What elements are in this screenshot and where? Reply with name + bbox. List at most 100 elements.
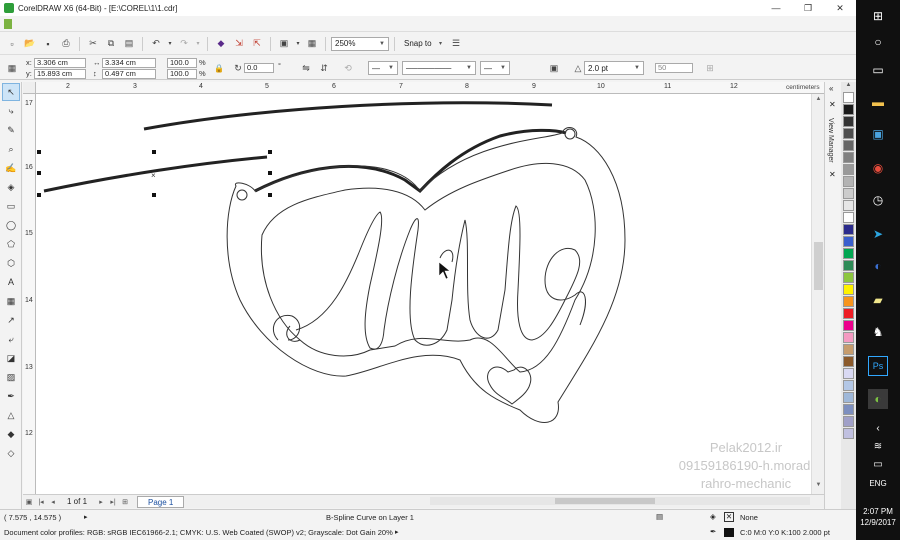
undo-icon[interactable]: ↶ — [148, 36, 164, 52]
print-icon[interactable]: ⎙ — [58, 36, 74, 52]
color-swatch[interactable] — [843, 224, 854, 235]
rectangle-tool-icon[interactable]: ▭ — [2, 197, 20, 215]
color-proof-icon[interactable]: ▤ — [656, 512, 663, 521]
welcome-screen-icon[interactable]: ▦ — [304, 36, 320, 52]
copy-icon[interactable]: ⧉ — [103, 36, 119, 52]
file-explorer-icon[interactable]: ▬ — [868, 92, 888, 112]
outline-width-select[interactable]: 2.0 pt ▼ — [584, 61, 644, 75]
horizontal-scrollbar[interactable] — [430, 497, 810, 505]
small-heart-outline[interactable] — [487, 366, 532, 405]
pick-tool-icon[interactable]: ↖ — [2, 83, 20, 101]
search-content-icon[interactable]: ◆ — [213, 36, 229, 52]
transparency-tool-icon[interactable]: ▨ — [2, 368, 20, 386]
color-swatch[interactable] — [843, 392, 854, 403]
color-swatch[interactable] — [843, 272, 854, 283]
color-swatch[interactable] — [843, 212, 854, 223]
launcher-dropdown-icon[interactable]: ▾ — [294, 36, 302, 52]
x-position-field[interactable]: 3.306 cm — [34, 58, 86, 68]
color-swatch[interactable] — [843, 356, 854, 367]
outline-tool-icon[interactable]: △ — [2, 406, 20, 424]
zoom-level-select[interactable]: 250% ▼ — [331, 36, 389, 51]
taskbar-date[interactable]: 12/9/2017 — [856, 518, 900, 527]
options-icon[interactable]: ☰ — [448, 36, 464, 52]
minimize-button[interactable]: — — [760, 0, 792, 16]
docker-close-icon[interactable]: ✕ — [829, 100, 836, 109]
coreldraw-taskbar-icon[interactable]: ◐ — [868, 389, 888, 409]
redo-dropdown-icon[interactable]: ▾ — [194, 36, 202, 52]
restore-button[interactable]: ❐ — [792, 0, 824, 16]
color-swatch[interactable] — [843, 296, 854, 307]
color-profiles-expand-icon[interactable]: ▸ — [395, 528, 399, 536]
polygon-tool-icon[interactable]: ⬠ — [2, 235, 20, 253]
zoom-tool-icon[interactable]: ⌕ — [2, 140, 20, 158]
palette-scroll-up-icon[interactable]: ▲ — [841, 82, 856, 92]
dimension-tool-icon[interactable]: ↗ — [2, 311, 20, 329]
new-document-icon[interactable]: ▫ — [4, 36, 20, 52]
cortana-icon[interactable]: ○ — [868, 32, 888, 52]
view-manager-tab[interactable]: View Manager — [827, 118, 834, 163]
ruler-origin[interactable] — [23, 82, 36, 94]
color-swatch[interactable] — [843, 164, 854, 175]
close-button[interactable]: ✕ — [824, 0, 856, 16]
mirror-horizontal-icon[interactable]: ⇋ — [298, 60, 314, 76]
undo-dropdown-icon[interactable]: ▾ — [166, 36, 174, 52]
vertical-scroll-thumb[interactable] — [814, 242, 823, 290]
color-swatch[interactable] — [843, 320, 854, 331]
telegram-icon[interactable]: ➤ — [868, 224, 888, 244]
basic-shapes-tool-icon[interactable]: ⬡ — [2, 254, 20, 272]
windows-start-icon[interactable]: ⊞ — [868, 6, 888, 26]
heart-top-thick-curve[interactable] — [254, 128, 567, 193]
color-swatch[interactable] — [843, 176, 854, 187]
interactive-fill-tool-icon[interactable]: ◇ — [2, 444, 20, 462]
melika-script-lettering[interactable] — [273, 205, 586, 350]
right-hanging-loop[interactable] — [564, 128, 576, 140]
smoothing-icon[interactable]: ⊞ — [702, 60, 718, 76]
export-icon[interactable]: ⇱ — [249, 36, 265, 52]
sticky-notes-icon[interactable]: ▰ — [868, 290, 888, 310]
app-icon[interactable]: ♞ — [868, 322, 888, 342]
vertical-scrollbar[interactable]: ▲ ▼ — [811, 94, 824, 494]
chrome-icon[interactable]: ◉ — [868, 158, 888, 178]
color-swatch[interactable] — [843, 140, 854, 151]
freehand-tool-icon[interactable]: ✍ — [2, 159, 20, 177]
photoshop-icon[interactable]: Ps — [868, 356, 888, 376]
ellipse-tool-icon[interactable]: ◯ — [2, 216, 20, 234]
drawing-canvas[interactable]: × Pelak2012.ir 09159186190-h.moradi rahr… — [36, 94, 811, 494]
start-arrowhead-select[interactable]: — ▼ — [368, 61, 398, 75]
end-arrowhead-select[interactable]: — ▼ — [480, 61, 510, 75]
color-swatch[interactable] — [843, 344, 854, 355]
object-origin-icon[interactable]: ▦ — [4, 60, 20, 76]
connector-tool-icon[interactable]: ⤶ — [2, 330, 20, 348]
color-swatch[interactable] — [843, 284, 854, 295]
width-field[interactable]: 3.334 cm — [102, 58, 156, 68]
taskbar-time[interactable]: 2:07 PM — [856, 507, 900, 516]
color-swatch[interactable] — [843, 128, 854, 139]
heart-outer-outline[interactable] — [226, 127, 626, 423]
color-swatch[interactable] — [843, 332, 854, 343]
page-1-tab[interactable]: Page 1 — [137, 495, 185, 508]
next-page-icon[interactable]: ▸ — [95, 498, 107, 506]
clock-app-icon[interactable]: ◷ — [868, 190, 888, 210]
open-icon[interactable]: 📂 — [22, 36, 38, 52]
paste-icon[interactable]: ▤ — [121, 36, 137, 52]
color-swatch[interactable] — [843, 116, 854, 127]
curve-smoothing-field[interactable]: 50 — [655, 63, 693, 73]
add-page-icon[interactable]: ⊞ — [119, 498, 131, 506]
text-wrap-icon[interactable]: ▣ — [546, 60, 562, 76]
previous-page-icon[interactable]: ◂ — [47, 498, 59, 506]
store-icon[interactable]: ▣ — [868, 124, 888, 144]
color-swatch[interactable] — [843, 308, 854, 319]
color-swatch[interactable] — [843, 428, 854, 439]
document-icon[interactable] — [4, 19, 12, 29]
color-swatch[interactable] — [843, 404, 854, 415]
left-hanging-loop[interactable] — [236, 189, 248, 201]
line-style-select[interactable]: ──────── ▼ — [402, 61, 476, 75]
y-position-field[interactable]: 15.893 cm — [34, 69, 86, 79]
heart-inner-outline[interactable] — [260, 162, 596, 373]
mirror-vertical-icon[interactable]: ⇵ — [316, 60, 332, 76]
color-swatch[interactable] — [843, 104, 854, 115]
eyedropper-tool-icon[interactable]: ✒ — [2, 387, 20, 405]
color-swatch[interactable] — [843, 200, 854, 211]
table-tool-icon[interactable]: ▦ — [2, 292, 20, 310]
network-icon[interactable]: ≋ — [868, 436, 888, 456]
